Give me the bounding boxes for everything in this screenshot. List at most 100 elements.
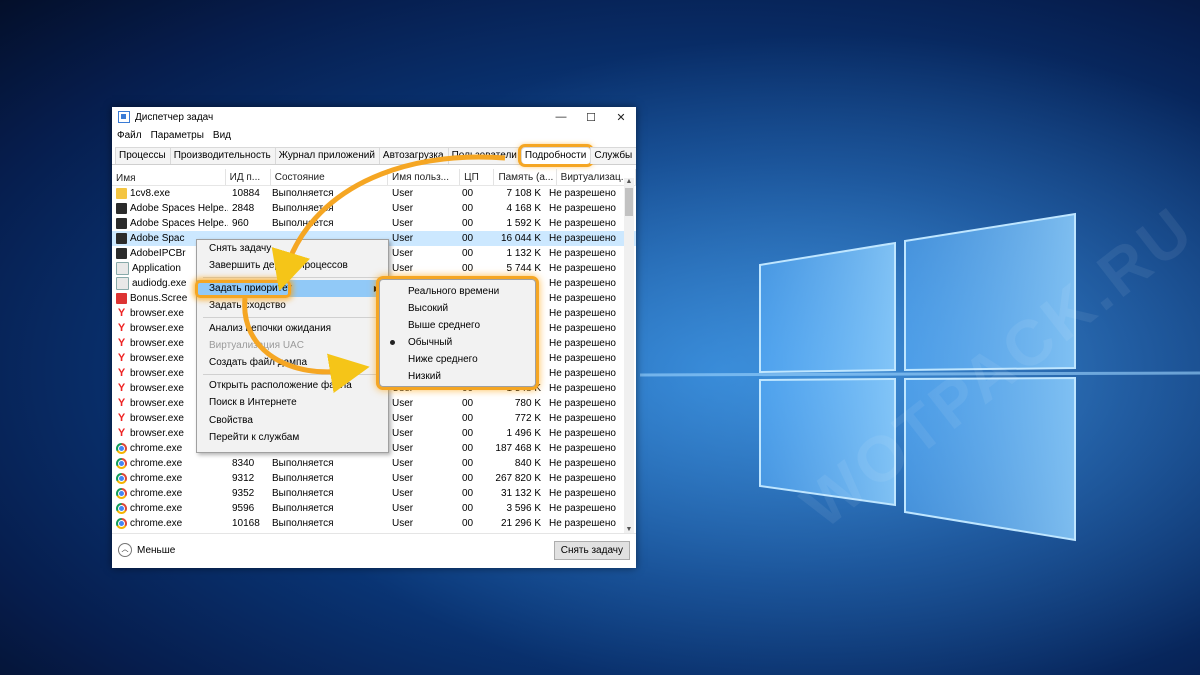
- context-menu-label: Перейти к службам: [209, 431, 300, 443]
- yandex-icon: Y: [117, 338, 126, 349]
- cell-user: User: [392, 488, 414, 499]
- cell-cpu: 00: [462, 218, 474, 229]
- context-menu-item[interactable]: Задать сходство: [197, 297, 388, 314]
- cell-virt: Не разрешено: [549, 308, 616, 319]
- cell-mem: 1 592 K: [506, 218, 541, 229]
- priority-option[interactable]: Обычный: [380, 334, 535, 351]
- column-cpu[interactable]: ЦП: [460, 169, 495, 185]
- table-row[interactable]: Adobe Spaces Helpe... 2848 Выполняется User…: [112, 201, 636, 216]
- tab-details[interactable]: Подробности: [517, 144, 595, 167]
- menu-view[interactable]: Вид: [213, 130, 231, 141]
- cell-mem: 31 132 K: [500, 488, 541, 499]
- column-status[interactable]: Состояние: [271, 169, 389, 185]
- process-name: Adobe Spaces Helpe...: [130, 218, 228, 229]
- column-pid[interactable]: ИД п...: [226, 169, 271, 185]
- cell-cpu: 00: [462, 248, 474, 259]
- process-name: browser.exe: [130, 308, 184, 319]
- fewer-details-button[interactable]: ︿ Меньше: [118, 543, 175, 557]
- process-name: browser.exe: [130, 368, 184, 379]
- cell-mem: 187 468 K: [495, 443, 541, 454]
- end-task-button[interactable]: Снять задачу: [553, 541, 630, 560]
- context-menu-item[interactable]: Анализ цепочки ожидания: [197, 320, 388, 337]
- tab-performance[interactable]: Производительность: [169, 147, 276, 164]
- cell-state: Выполняется: [272, 218, 334, 229]
- maximize-button[interactable]: ☐: [576, 111, 606, 124]
- cell-pid: 2848: [232, 203, 255, 214]
- scroll-thumb[interactable]: [625, 188, 633, 216]
- context-menu-item[interactable]: Завершить дерево процессов: [197, 257, 388, 274]
- process-name: 1cv8.exe: [130, 188, 171, 199]
- tab-users[interactable]: Пользователи: [447, 147, 522, 164]
- cell-mem: 780 K: [514, 398, 541, 409]
- context-menu-item[interactable]: Свойства: [197, 412, 388, 429]
- context-menu-item[interactable]: Открыть расположение файла: [197, 377, 388, 394]
- cell-cpu: 00: [462, 503, 474, 514]
- chrome-icon: [116, 458, 127, 469]
- context-menu-item[interactable]: Снять задачу: [197, 240, 388, 257]
- cell-user: User: [392, 428, 414, 439]
- column-name[interactable]: Имя: [112, 169, 226, 185]
- cell-virt: Не разрешено: [549, 293, 616, 304]
- tab-startup[interactable]: Автозагрузка: [378, 147, 449, 164]
- priority-option[interactable]: Ниже среднего: [380, 351, 535, 368]
- tab-services[interactable]: Службы: [590, 147, 636, 164]
- menu-file[interactable]: Файл: [117, 130, 142, 141]
- tab-app-history[interactable]: Журнал приложений: [274, 147, 380, 164]
- yandex-icon: Y: [117, 383, 126, 394]
- context-menu-item[interactable]: Создать файл дампа: [197, 354, 388, 371]
- chrome-icon: [116, 443, 127, 454]
- table-row[interactable]: chrome.exe 9352 Выполняется User 00 31 132 K Н…: [112, 486, 636, 501]
- table-row[interactable]: chrome.exe 9312 Выполняется User 00 267 820 K…: [112, 471, 636, 486]
- priority-option[interactable]: Высокий: [380, 300, 535, 317]
- menu-separator: [203, 316, 382, 318]
- menu-options[interactable]: Параметры: [151, 130, 204, 141]
- priority-submenu: Реального времени Высокий Выше среднего Обы…: [376, 276, 539, 390]
- context-menu-label: Создать файл дампа: [209, 357, 308, 369]
- cell-virt: Не разрешено: [549, 473, 616, 484]
- priority-option[interactable]: Выше среднего: [380, 317, 535, 334]
- priority-option[interactable]: Низкий: [380, 368, 535, 385]
- table-row[interactable]: chrome.exe 8340 Выполняется User 00 840 K Не р…: [112, 456, 636, 471]
- table-row[interactable]: 1cv8.exe 10884 Выполняется User 00 7 108 K Не …: [112, 186, 636, 201]
- column-user[interactable]: Имя польз...: [388, 169, 461, 185]
- cell-user: User: [392, 503, 414, 514]
- process-name: chrome.exe: [130, 443, 183, 454]
- cell-state: Выполняется: [272, 188, 334, 199]
- table-row[interactable]: chrome.exe 9596 Выполняется User 00 3 596 K Не…: [112, 501, 636, 516]
- priority-option[interactable]: Реального времени: [380, 283, 535, 300]
- cell-pid: 9312: [232, 473, 255, 484]
- vertical-scrollbar[interactable]: ▲ ▼: [624, 178, 634, 533]
- context-menu-item[interactable]: Поиск в Интернете: [197, 394, 388, 411]
- window-title: Диспетчер задач: [135, 111, 214, 123]
- cell-cpu: 00: [462, 488, 474, 499]
- column-memory[interactable]: Память (а...: [494, 169, 557, 185]
- table-row[interactable]: chrome.exe 10168 Выполняется User 00 21 296 K…: [112, 516, 636, 530]
- context-menu-item[interactable]: Перейти к службам: [197, 429, 388, 446]
- cell-mem: 7 108 K: [506, 188, 541, 199]
- minimize-button[interactable]: —: [546, 111, 576, 123]
- priority-label: Низкий: [408, 371, 441, 382]
- cell-virt: Не разрешено: [549, 458, 616, 469]
- context-menu-label: Анализ цепочки ожидания: [209, 322, 332, 334]
- chrome-icon: [116, 488, 127, 499]
- table-row[interactable]: Adobe Spaces Helpe... 960 Выполняется User 0…: [112, 216, 636, 231]
- close-button[interactable]: ✕: [606, 111, 636, 124]
- footer: ︿ Меньше Снять задачу: [112, 533, 636, 568]
- process-name: chrome.exe: [130, 518, 183, 529]
- tab-processes[interactable]: Процессы: [115, 147, 171, 164]
- process-name: browser.exe: [130, 323, 184, 334]
- cell-name: chrome.exe: [112, 473, 228, 484]
- cell-cpu: 00: [462, 188, 474, 199]
- cell-name: chrome.exe: [112, 518, 228, 529]
- cell-user: User: [392, 398, 414, 409]
- scroll-up-icon[interactable]: ▲: [624, 178, 634, 185]
- window-icon: [116, 262, 129, 275]
- cell-user: User: [392, 518, 414, 529]
- process-name: chrome.exe: [130, 503, 183, 514]
- context-menu-label: Задать сходство: [209, 300, 286, 312]
- cell-cpu: 00: [462, 473, 474, 484]
- table-header: Имя ИД п... Состояние Имя польз... ЦП Па…: [112, 169, 636, 186]
- cell-virt: Не разрешено: [549, 428, 616, 439]
- scroll-down-icon[interactable]: ▼: [624, 526, 634, 533]
- cell-name: Adobe Spaces Helpe...: [112, 218, 228, 229]
